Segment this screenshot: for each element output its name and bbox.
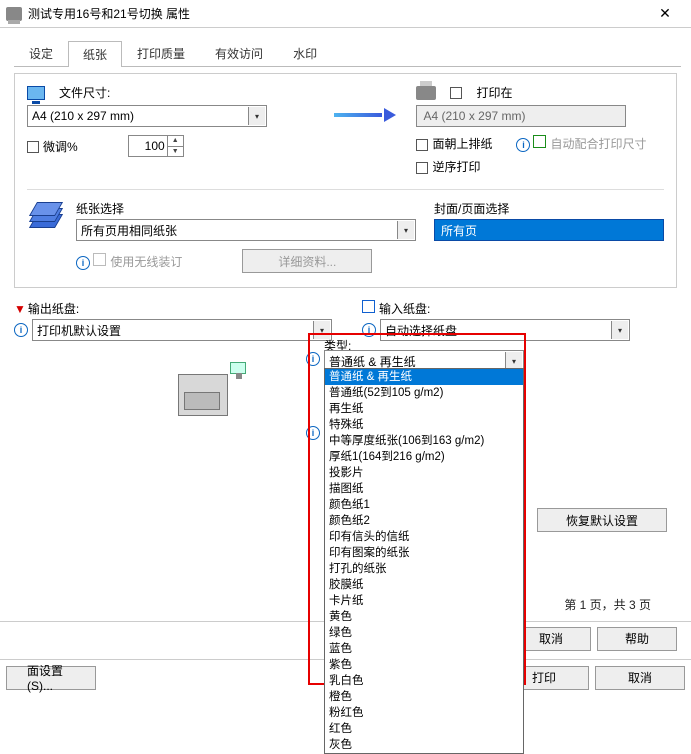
detail-button: 详细资料...	[242, 249, 372, 273]
paper-panel: 文件尺寸: A4 (210 x 297 mm) ▾ 微调% 100 ▲▼	[14, 73, 677, 288]
info-icon[interactable]: i	[306, 352, 320, 366]
monitor-icon	[27, 86, 45, 100]
window-title: 测试专用16号和21号切换 属性	[28, 5, 190, 22]
type-option[interactable]: 卡片纸	[325, 593, 523, 609]
checkbox-icon	[27, 141, 39, 153]
faceup-check[interactable]: 面朝上排纸	[416, 135, 492, 152]
type-option[interactable]: 橙色	[325, 689, 523, 705]
type-option[interactable]: 再生纸	[325, 401, 523, 417]
type-option[interactable]: 乳白色	[325, 673, 523, 689]
cover-select[interactable]: 所有页	[434, 219, 664, 241]
outtray-label: 输出纸盘:	[28, 302, 79, 316]
chevron-down-icon: ▾	[248, 107, 265, 125]
type-option[interactable]: 普通纸 & 再生纸	[325, 369, 523, 385]
page-count: 第 1 页，共 3 页	[564, 596, 651, 613]
square-icon	[362, 300, 375, 313]
reverse-check[interactable]: 逆序打印	[416, 160, 480, 174]
info-icon: i	[76, 256, 90, 270]
spinner-icon[interactable]: ▲▼	[167, 136, 183, 156]
printer-app-icon	[6, 7, 22, 21]
arrow-right-icon	[330, 108, 400, 122]
type-option[interactable]: 中等厚度纸张(106到163 g/m2)	[325, 433, 523, 449]
checkbox-icon[interactable]	[450, 87, 462, 99]
tab-4[interactable]: 水印	[278, 40, 332, 66]
type-option[interactable]: 颜色纸2	[325, 513, 523, 529]
type-option[interactable]: 描图纸	[325, 481, 523, 497]
printon-select: A4 (210 x 297 mm)	[416, 105, 626, 127]
type-option[interactable]: 粉红色	[325, 705, 523, 721]
tray-section: ▼输出纸盘: i 打印机默认设置▾ 输入纸盘: i 自动选择纸盘▾	[14, 300, 677, 341]
tab-2[interactable]: 打印质量	[122, 40, 200, 66]
outtray-select[interactable]: 打印机默认设置▾	[32, 319, 332, 341]
printer-icon	[416, 86, 436, 100]
type-option[interactable]: 普通纸(52到105 g/m2)	[325, 385, 523, 401]
type-option[interactable]: 黄色	[325, 609, 523, 625]
wireless-check: i 使用无线装订	[76, 253, 182, 270]
type-option[interactable]: 绿色	[325, 625, 523, 641]
type-option[interactable]: 打孔的纸张	[325, 561, 523, 577]
paper-stack-icon	[31, 202, 56, 230]
cancel2-button[interactable]: 取消	[595, 666, 685, 690]
tabs: 设定纸张打印质量有效访问水印	[14, 40, 681, 67]
intray-label: 输入纸盘:	[379, 302, 430, 316]
info-icon[interactable]: i	[362, 323, 376, 337]
type-option[interactable]: 红色	[325, 721, 523, 737]
close-button[interactable]: ✕	[645, 5, 685, 22]
type-option[interactable]: 厚纸1(164到216 g/m2)	[325, 449, 523, 465]
type-dropdown[interactable]: 普通纸 & 再生纸普通纸(52到105 g/m2)再生纸特殊纸中等厚度纸张(10…	[324, 368, 524, 754]
info-icon[interactable]: i	[306, 426, 320, 440]
type-option[interactable]: 蓝色	[325, 641, 523, 657]
down-arrow-icon: ▼	[14, 302, 26, 316]
info-icon[interactable]: i	[14, 323, 28, 337]
tab-1[interactable]: 纸张	[68, 41, 122, 67]
type-option[interactable]: 颜色纸1	[325, 497, 523, 513]
restore-defaults-button[interactable]: 恢复默认设置	[537, 508, 667, 532]
info-icon: i	[516, 138, 530, 152]
titlebar: 测试专用16号和21号切换 属性 ✕	[0, 0, 691, 28]
type-option[interactable]: 灰色	[325, 737, 523, 753]
tab-3[interactable]: 有效访问	[200, 40, 278, 66]
help-button[interactable]: 帮助	[597, 627, 677, 651]
printon-label: 打印在	[476, 84, 512, 101]
printer-illustration	[172, 362, 252, 422]
type-option[interactable]: 印有图案的纸张	[325, 545, 523, 561]
docsize-label: 文件尺寸:	[59, 84, 110, 101]
intray-select[interactable]: 自动选择纸盘▾	[380, 319, 630, 341]
type-option[interactable]: 紫色	[325, 657, 523, 673]
page-settings-button[interactable]: 面设置(S)...	[6, 666, 96, 690]
tab-0[interactable]: 设定	[14, 40, 68, 66]
docsize-select[interactable]: A4 (210 x 297 mm) ▾	[27, 105, 267, 127]
type-option[interactable]: 印有信头的信纸	[325, 529, 523, 545]
type-option[interactable]: 特殊纸	[325, 417, 523, 433]
micro-value-input[interactable]: 100 ▲▼	[128, 135, 184, 157]
autosize-check[interactable]: i自动配合打印尺寸	[516, 135, 646, 152]
type-option[interactable]: 胶膜纸	[325, 577, 523, 593]
papersel-select[interactable]: 所有页用相同纸张▾	[76, 219, 416, 241]
cover-label: 封面/页面选择	[434, 200, 664, 217]
micro-adjust[interactable]: 微调%	[27, 138, 78, 155]
docsize-value: A4 (210 x 297 mm)	[32, 109, 134, 123]
type-option[interactable]: 投影片	[325, 465, 523, 481]
papersel-label: 纸张选择	[76, 200, 416, 217]
